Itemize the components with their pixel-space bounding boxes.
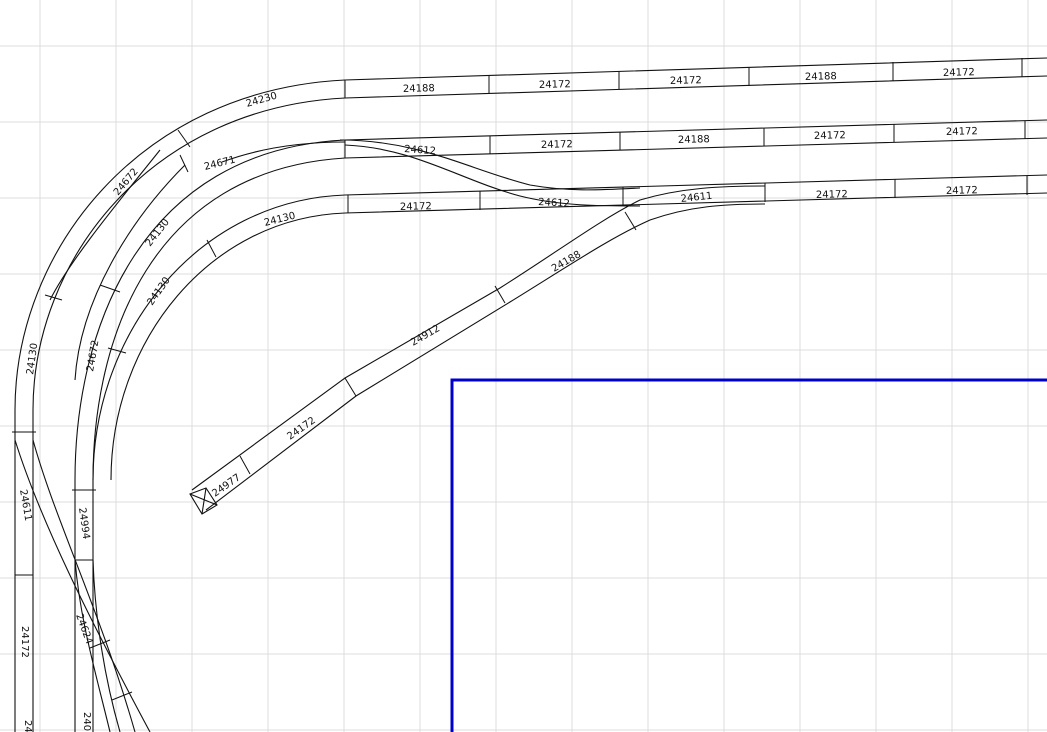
track-label: 24172 xyxy=(670,75,702,87)
track-label: 24 xyxy=(22,720,33,732)
track-label: 240 xyxy=(81,712,92,731)
track-label: 24172 xyxy=(19,626,30,658)
track-label: 24172 xyxy=(541,139,573,151)
track-label: 24172 xyxy=(814,130,846,142)
track-label: 24188 xyxy=(403,83,435,95)
track-label: 24172 xyxy=(539,79,571,91)
track-label: 24188 xyxy=(678,134,710,146)
track-label: 24172 xyxy=(946,185,978,197)
canvas-background xyxy=(0,0,1047,732)
track-label: 24188 xyxy=(805,71,837,83)
track-plan-canvas[interactable]: 24230 24188 24172 24172 24188 24172 2467… xyxy=(0,0,1047,732)
track-label: 24172 xyxy=(816,189,848,201)
track-label: 24612 xyxy=(538,197,570,210)
track-label: 24172 xyxy=(943,67,975,79)
track-label: 24612 xyxy=(404,144,437,157)
track-label: 24172 xyxy=(946,126,978,138)
track-label: 24172 xyxy=(400,201,432,213)
